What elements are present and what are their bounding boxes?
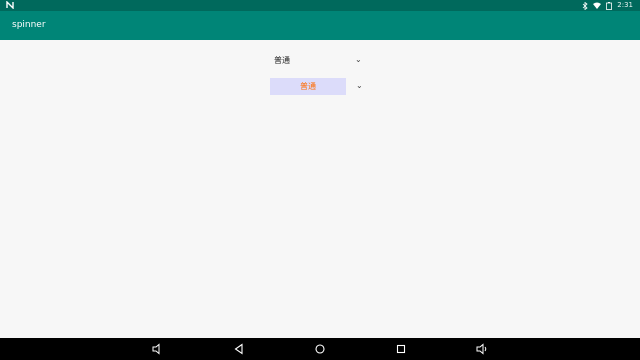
status-bar: 2:31	[0, 0, 640, 11]
navigation-bar	[0, 338, 640, 360]
volume-down-icon[interactable]	[150, 342, 164, 356]
toolbar-title: spinner	[12, 20, 46, 30]
spinner-styled[interactable]: 普通 ⌄	[270, 78, 363, 95]
app-toolbar: spinner	[0, 11, 640, 40]
spinner-styled-value-box: 普通	[270, 78, 346, 95]
volume-up-icon[interactable]	[475, 342, 489, 356]
battery-icon	[606, 1, 613, 10]
chevron-down-icon: ⌄	[355, 55, 362, 64]
wifi-icon	[593, 2, 602, 9]
main-content: 普通 ⌄ 普通 ⌄	[0, 40, 640, 338]
spinner-default[interactable]: 普通 ⌄	[271, 52, 363, 68]
spinner-default-value: 普通	[274, 55, 290, 65]
home-icon[interactable]	[313, 342, 327, 356]
bluetooth-icon	[582, 1, 588, 10]
spinner-styled-value: 普通	[300, 82, 316, 91]
chevron-down-icon: ⌄	[356, 81, 363, 90]
recents-icon[interactable]	[394, 342, 408, 356]
n-icon	[6, 1, 14, 9]
status-time: 2:31	[617, 1, 633, 9]
back-icon[interactable]	[232, 342, 246, 356]
